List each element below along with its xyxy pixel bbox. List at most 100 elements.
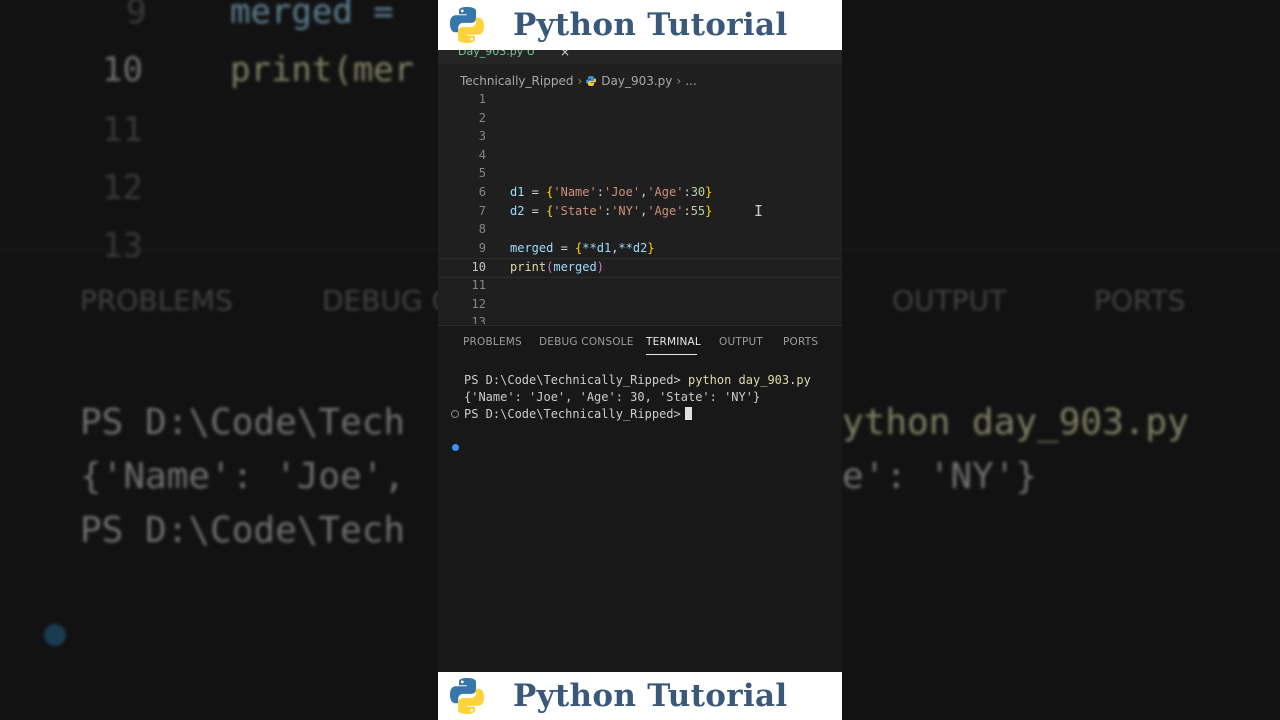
- top-banner: Python Tutorial: [438, 0, 842, 50]
- bg-panel-tab: OUTPUT: [892, 284, 1007, 317]
- code-editor[interactable]: Day_903.py U × Technically_Ripped › Day_90…: [438, 50, 842, 325]
- code-line: 13: [438, 314, 842, 324]
- code-string: 'Joe': [603, 185, 641, 199]
- code-string: 'State': [553, 203, 604, 218]
- editor-tab-strip: Day_903.py U ×: [438, 50, 842, 64]
- code-line: 2: [438, 110, 842, 128]
- code-op: =: [524, 185, 547, 199]
- code-paren: ): [596, 260, 604, 275]
- line-number: 5: [478, 166, 486, 181]
- code-var: d1: [510, 185, 525, 199]
- code-line: 11: [438, 277, 842, 295]
- python-file-icon: [586, 76, 597, 86]
- code-text: d1 = {'Name':'Joe','Age':30}: [510, 185, 712, 199]
- tab-status: U: [526, 50, 535, 58]
- code-var: **d1: [582, 240, 612, 255]
- bg-line-number: 11: [102, 110, 143, 150]
- breadcrumb: Technically_Ripped › Day_903.py ›...: [460, 74, 697, 88]
- bg-line-number: 12: [102, 168, 143, 208]
- code-var: **d2: [618, 240, 648, 255]
- terminal-prompt: PS D:\Code\Technically_Ripped>: [464, 407, 681, 421]
- chevron-right-icon: ›: [676, 74, 682, 88]
- code-op: :: [683, 185, 691, 199]
- code-op: =: [524, 203, 547, 218]
- active-tab-indicator: [646, 354, 697, 355]
- line-number: 3: [478, 129, 486, 144]
- line-number: 6: [478, 185, 486, 199]
- code-string: 'Name': [553, 185, 597, 199]
- close-tab-icon[interactable]: ×: [560, 50, 570, 59]
- breadcrumb-file[interactable]: Day_903.py: [601, 74, 672, 88]
- code-brace: }: [705, 203, 713, 218]
- terminal-line[interactable]: PS D:\Code\Technically_Ripped>: [464, 407, 692, 421]
- code-op: :: [596, 185, 604, 199]
- bg-code-line: print(mer: [230, 50, 415, 90]
- terminal-command: python day_903.py: [687, 373, 811, 387]
- bg-line-number: 10: [102, 50, 143, 90]
- code-line: 12: [438, 296, 842, 314]
- line-number: 13: [471, 315, 486, 325]
- chevron-right-icon: ›: [577, 74, 583, 88]
- bg-terminal-output: e': 'NY'}: [842, 456, 1038, 497]
- tab-filename: Day_903.py: [458, 50, 524, 58]
- line-number: 4: [478, 147, 486, 162]
- tab-ports[interactable]: PORTS: [783, 336, 818, 348]
- code-text: print(merged): [510, 260, 604, 274]
- code-var: d2: [510, 203, 525, 218]
- breadcrumb-more[interactable]: ...: [685, 74, 696, 88]
- bottom-banner: Python Tutorial: [438, 672, 842, 720]
- line-number: 8: [478, 222, 486, 237]
- banner-title: Python Tutorial: [513, 7, 788, 43]
- code-var: merged: [510, 240, 554, 255]
- code-line: 7 d2 = {'State':'NY','Age':55}: [438, 203, 842, 221]
- python-logo-icon: [450, 678, 484, 714]
- tab-terminal[interactable]: TERMINAL: [646, 336, 701, 348]
- code-line: 5: [438, 165, 842, 183]
- bottom-panel: PROBLEMS DEBUG CONSOLE TERMINAL OUTPUT P…: [438, 325, 842, 673]
- code-string: 'Age': [647, 203, 684, 218]
- banner-title: Python Tutorial: [513, 678, 788, 714]
- line-number: 11: [471, 278, 486, 292]
- bg-terminal-command: ython day_903.py: [842, 402, 1189, 443]
- bg-panel-tab: PROBLEMS: [80, 284, 233, 317]
- tab-problems[interactable]: PROBLEMS: [463, 336, 522, 348]
- line-number: 12: [471, 296, 486, 311]
- bg-code-line: merged =: [230, 0, 394, 32]
- breadcrumb-folder[interactable]: Technically_Ripped: [460, 74, 573, 88]
- code-op: =: [553, 240, 576, 255]
- code-line: 6 d1 = {'Name':'Joe','Age':30}: [438, 184, 842, 202]
- terminal-output: {'Name': 'Joe', 'Age': 30, 'State': 'NY'…: [464, 390, 761, 404]
- terminal-status-dot-icon: [452, 444, 459, 451]
- bg-terminal-output: {'Name': 'Joe',: [80, 456, 406, 497]
- line-number: 7: [478, 203, 486, 218]
- terminal-line: PS D:\Code\Technically_Ripped> python da…: [464, 373, 811, 387]
- tab-output[interactable]: OUTPUT: [719, 336, 763, 348]
- line-number: 9: [478, 240, 486, 255]
- code-number: 55: [690, 203, 706, 218]
- bg-line-number: 13: [102, 226, 143, 266]
- tab-debug-console[interactable]: DEBUG CONSOLE: [539, 336, 634, 348]
- code-op: :: [683, 203, 691, 218]
- command-status-icon: [451, 410, 459, 418]
- code-brace: }: [647, 240, 655, 255]
- code-text: d2 = {'State':'NY','Age':55}: [510, 204, 712, 218]
- terminal-prompt: PS D:\Code\Technically_Ripped>: [464, 373, 681, 387]
- code-line-current: 10 print(merged): [438, 258, 842, 279]
- line-number: 2: [478, 110, 486, 125]
- code-line: 1: [438, 91, 842, 109]
- code-line: 4: [438, 147, 842, 165]
- bg-blue-dot: [44, 624, 66, 646]
- code-brace: }: [705, 185, 713, 199]
- code-var: merged: [553, 260, 597, 275]
- bg-panel-tab: DEBUG C: [322, 284, 452, 317]
- code-line: 9 merged = {**d1,**d2}: [438, 240, 842, 258]
- bg-panel-tab: PORTS: [1094, 284, 1186, 317]
- line-number: 1: [478, 92, 486, 106]
- editor-tab-day-903[interactable]: Day_903.py U: [458, 50, 535, 58]
- code-line: 8: [438, 221, 842, 239]
- code-string: 'NY': [611, 203, 641, 218]
- bg-terminal-prompt: PS D:\Code\Tech: [80, 510, 406, 551]
- text-cursor-icon: I: [754, 202, 764, 220]
- code-string: 'Age': [647, 185, 684, 199]
- line-number: 10: [471, 260, 486, 275]
